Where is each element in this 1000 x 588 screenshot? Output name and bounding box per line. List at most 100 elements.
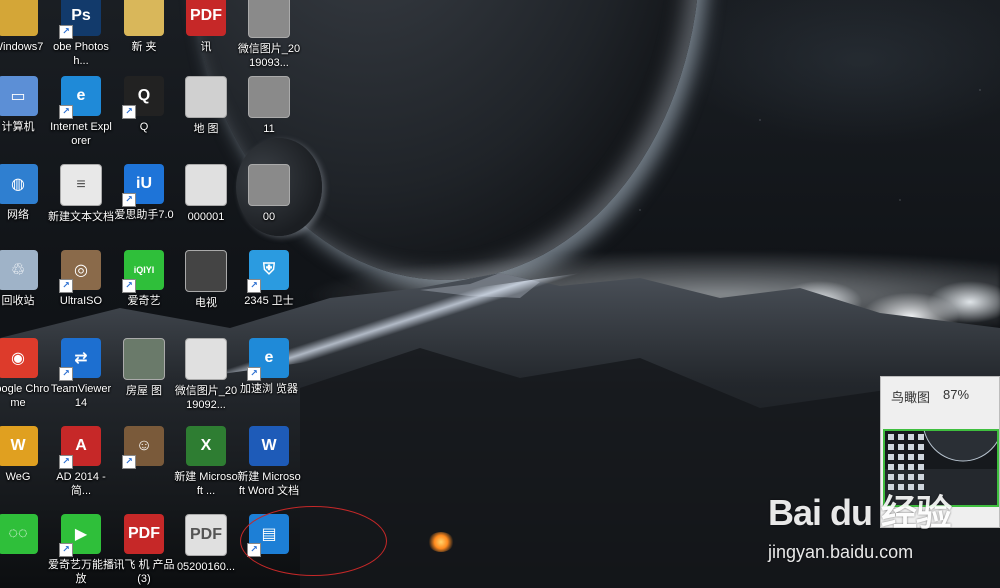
excel-doc-icon: X [186,426,226,466]
desktop-icon[interactable]: PDF 05200160... [173,514,239,574]
desktop-icon-label: 000001 [187,211,225,223]
desktop-icon[interactable]: ♲ 回收站 [0,250,51,308]
desktop-icon-label: Windows7 [0,41,44,53]
desktop-icon[interactable]: 微信图片_2019092... [173,338,239,412]
desktop-icon[interactable]: PDF 讯飞 机 产品 (3) [111,514,177,586]
image-file-icon [185,164,227,206]
desktop-icon-label: 计算机 [1,121,35,133]
desktop-icon-label: UltraISO [59,295,103,307]
recycle-bin-icon: ♲ [0,250,38,290]
desktop-icon[interactable]: 地 图 [173,76,239,136]
desktop-icon-label: 新建 Microsoft ... [174,471,238,497]
wegame-icon: W [0,426,38,466]
chrome-icon: ◉ [0,338,38,378]
desktop-icon[interactable]: e ↗ Internet Explorer [48,76,114,148]
desktop-icon[interactable]: e ↗ 加速浏 览器 [236,338,302,396]
desktop-icon[interactable]: ≡ 新建文本文档 [48,164,114,224]
desktop-icon-label: 00 [262,211,276,223]
desktop-icon[interactable]: PDF 讯 [173,0,239,54]
desktop-icon-label: 网络 [7,209,29,221]
desktop-icon[interactable]: 房屋 图 [111,338,177,398]
image-file-icon [185,338,227,380]
desktop-icon[interactable]: X 新建 Microsoft ... [173,426,239,498]
baidu-watermark-logo: Bai du 经验 [768,492,952,533]
autocad-icon: A ↗ [59,426,101,469]
image-file-icon [248,76,290,118]
desktop-icon[interactable]: 00 [236,164,302,224]
desktop-icon[interactable]: ⛨ ↗ 2345 卫士 [236,250,302,308]
folder-icon [124,0,164,36]
desktop-icon-label: 爱思助手7.0 [114,209,174,221]
image-file-icon [185,76,227,118]
shortcut-arrow-icon: ↗ [59,367,73,381]
highlight-circle-annotation [240,506,387,576]
desktop-icon[interactable]: Ps ↗ obe Photosh... [48,0,114,68]
shortcut-arrow-icon: ↗ [122,193,136,207]
desktop-icon[interactable]: ▭ 计算机 [0,76,51,134]
wechat-icon: ◌◌ [0,514,38,554]
desktop-icon-label: 讯飞 机 产品 (3) [113,559,175,585]
desktop-icon-label: 爱奇艺万能播放 [48,559,114,585]
browser-e-icon: e ↗ [247,338,289,381]
image-file-icon [248,0,290,38]
folder-user-icon [0,0,38,36]
wallpaper-fire-glow [428,532,454,552]
desktop-icon-label: AD 2014 - 简... [56,471,106,497]
desktop-icon-label: Q [139,121,149,133]
shortcut-arrow-icon: ↗ [247,367,261,381]
desktop-icon[interactable]: ⇄ ↗ TeamViewer 14 [48,338,114,410]
iqiyi-player-icon: ▶ ↗ [59,514,101,557]
desktop-icon[interactable]: iQIYI ↗ 爱奇艺 [111,250,177,308]
shield-icon: ⛨ ↗ [247,250,289,293]
desktop-icon[interactable]: Windows7 [0,0,51,54]
pdf-file-icon: PDF [185,514,227,556]
desktop-icon[interactable]: W 新建 Microsoft Word 文档 [236,426,302,498]
shortcut-arrow-icon: ↗ [59,105,73,119]
network-globe-icon: ◍ [0,164,38,204]
desktop-icon-label: obe Photosh... [53,41,109,67]
desktop-icon-label: 地 图 [193,123,219,135]
desktop-icon-label: 加速浏 览器 [239,383,299,395]
image-file-icon [248,164,290,206]
desktop-icon-label: 05200160... [176,561,236,573]
qq-penguin-icon: Q ↗ [122,76,164,119]
desktop-icon[interactable]: ◎ ↗ UltraISO [48,250,114,308]
image-file-icon [185,250,227,292]
desktop-icon[interactable]: 新 夹 [111,0,177,54]
iqiyi-icon: iQIYI ↗ [122,250,164,293]
shortcut-arrow-icon: ↗ [122,105,136,119]
desktop-icon-label: 电视 [195,297,217,309]
desktop-icon-label: 新建 Microsoft Word 文档 [237,471,301,497]
shortcut-arrow-icon: ↗ [122,279,136,293]
desktop-icon[interactable]: 11 [236,76,302,136]
desktop-icon-label: 微信图片_2019093... [237,43,301,69]
desktop-icon[interactable]: W WeG [0,426,51,484]
desktop-icon[interactable]: Q ↗ Q [111,76,177,134]
teamviewer-icon: ⇄ ↗ [59,338,101,381]
desktop-icon-label: 新 夹 [131,41,157,53]
desktop-icon[interactable]: ◌◌ [0,514,51,558]
desktop-icon[interactable]: ▶ ↗ 爱奇艺万能播放 [48,514,114,586]
desktop-icon[interactable]: ◍ 网络 [0,164,51,222]
desktop-icon[interactable]: ☺ ↗ [111,426,177,470]
desktop-icon[interactable]: iU ↗ 爱思助手7.0 [111,164,177,222]
photoshop-icon: Ps ↗ [59,0,101,39]
baidu-watermark-url: jingyan.baidu.com [768,542,914,562]
desktop-icon-label: 爱奇艺 [127,295,161,307]
computer-icon: ▭ [0,76,38,116]
desktop-icon-label: 房屋 图 [125,385,163,397]
desktop-icon[interactable]: ◉ Google Chrome [0,338,51,410]
desktop-icon[interactable]: A ↗ AD 2014 - 简... [48,426,114,498]
shortcut-arrow-icon: ↗ [59,25,73,39]
pdf-icon: PDF [186,0,226,36]
overview-title: 鸟瞰图 [891,390,931,405]
word-doc-icon: W [249,426,289,466]
desktop-icon[interactable]: 电视 [173,250,239,310]
desktop-icon-label: WeG [5,471,31,483]
desktop-icon[interactable]: 微信图片_2019093... [236,0,302,70]
desktop-icon-label: 微信图片_2019092... [174,385,238,411]
i4-assistant-icon: iU ↗ [122,164,164,207]
desktop-icon[interactable]: 000001 [173,164,239,224]
text-document-icon: ≡ [60,164,102,206]
shortcut-arrow-icon: ↗ [59,279,73,293]
